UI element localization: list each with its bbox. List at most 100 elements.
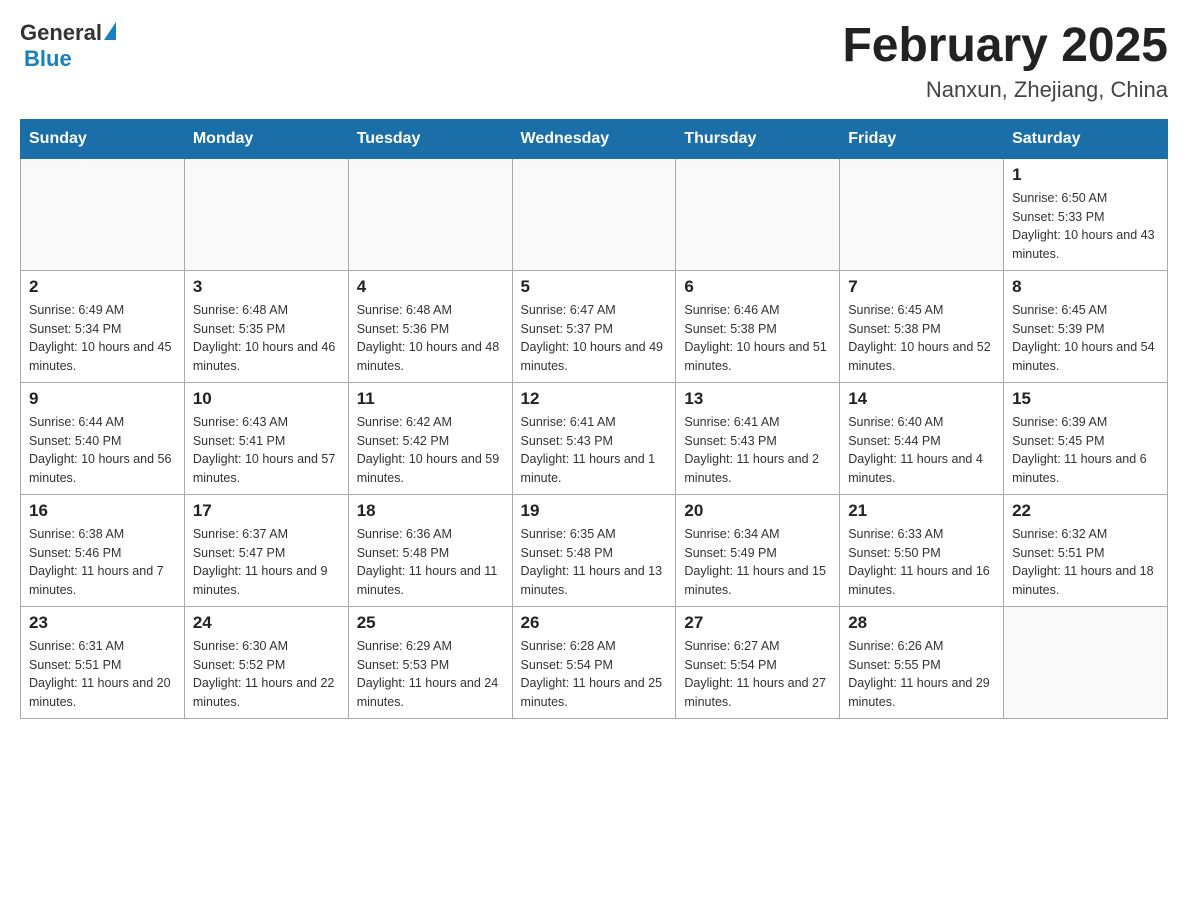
calendar-cell: 16 Sunrise: 6:38 AMSunset: 5:46 PMDayligh…	[21, 494, 185, 606]
day-info: Sunrise: 6:27 AMSunset: 5:54 PMDaylight:…	[684, 637, 831, 712]
calendar-cell: 20Sunrise: 6:34 AMSunset: 5:49 PMDayligh…	[676, 494, 840, 606]
day-info: Sunrise: 6:37 AMSunset: 5:47 PMDaylight:…	[193, 525, 340, 600]
calendar-cell: 21 Sunrise: 6:33 AMSunset: 5:50 PMDayligh…	[840, 494, 1004, 606]
calendar-cell: 7 Sunrise: 6:45 AMSunset: 5:38 PMDaylight…	[840, 270, 1004, 382]
calendar-cell	[184, 158, 348, 270]
calendar-cell	[21, 158, 185, 270]
day-info: Sunrise: 6:40 AMSunset: 5:44 PMDaylight:…	[848, 413, 995, 488]
calendar-cell	[348, 158, 512, 270]
day-info: Sunrise: 6:49 AMSunset: 5:34 PMDaylight:…	[29, 301, 176, 376]
calendar-cell: 14 Sunrise: 6:40 AMSunset: 5:44 PMDayligh…	[840, 382, 1004, 494]
day-number: 23	[29, 613, 176, 633]
day-header-saturday: Saturday	[1004, 119, 1168, 158]
calendar-cell: 3 Sunrise: 6:48 AMSunset: 5:35 PMDaylight…	[184, 270, 348, 382]
calendar-cell: 11 Sunrise: 6:42 AMSunset: 5:42 PMDayligh…	[348, 382, 512, 494]
location-title: Nanxun, Zhejiang, China	[842, 77, 1168, 103]
day-number: 2	[29, 277, 176, 297]
day-info: Sunrise: 6:36 AMSunset: 5:48 PMDaylight:…	[357, 525, 504, 600]
day-info: Sunrise: 6:45 AMSunset: 5:38 PMDaylight:…	[848, 301, 995, 376]
day-number: 3	[193, 277, 340, 297]
day-number: 26	[521, 613, 668, 633]
calendar-cell: 17 Sunrise: 6:37 AMSunset: 5:47 PMDayligh…	[184, 494, 348, 606]
calendar-cell: 2 Sunrise: 6:49 AMSunset: 5:34 PMDaylight…	[21, 270, 185, 382]
day-info: Sunrise: 6:43 AMSunset: 5:41 PMDaylight:…	[193, 413, 340, 488]
calendar-cell: 9 Sunrise: 6:44 AMSunset: 5:40 PMDaylight…	[21, 382, 185, 494]
day-info: Sunrise: 6:38 AMSunset: 5:46 PMDaylight:…	[29, 525, 176, 600]
day-number: 28	[848, 613, 995, 633]
calendar-table: SundayMondayTuesdayWednesdayThursdayFrid…	[20, 119, 1168, 719]
day-number: 9	[29, 389, 176, 409]
day-header-wednesday: Wednesday	[512, 119, 676, 158]
calendar-cell: 23Sunrise: 6:31 AMSunset: 5:51 PMDayligh…	[21, 606, 185, 718]
day-number: 14	[848, 389, 995, 409]
day-info: Sunrise: 6:29 AMSunset: 5:53 PMDaylight:…	[357, 637, 504, 712]
day-number: 16	[29, 501, 176, 521]
logo: General Blue	[20, 20, 116, 72]
day-info: Sunrise: 6:46 AMSunset: 5:38 PMDaylight:…	[684, 301, 831, 376]
calendar-cell: 24Sunrise: 6:30 AMSunset: 5:52 PMDayligh…	[184, 606, 348, 718]
day-info: Sunrise: 6:42 AMSunset: 5:42 PMDaylight:…	[357, 413, 504, 488]
calendar-cell: 22Sunrise: 6:32 AMSunset: 5:51 PMDayligh…	[1004, 494, 1168, 606]
day-info: Sunrise: 6:26 AMSunset: 5:55 PMDaylight:…	[848, 637, 995, 712]
calendar-cell: 5 Sunrise: 6:47 AMSunset: 5:37 PMDaylight…	[512, 270, 676, 382]
calendar-title-area: February 2025 Nanxun, Zhejiang, China	[842, 20, 1168, 103]
day-info: Sunrise: 6:39 AMSunset: 5:45 PMDaylight:…	[1012, 413, 1159, 488]
day-info: Sunrise: 6:45 AMSunset: 5:39 PMDaylight:…	[1012, 301, 1159, 376]
day-number: 17	[193, 501, 340, 521]
day-info: Sunrise: 6:48 AMSunset: 5:35 PMDaylight:…	[193, 301, 340, 376]
day-number: 13	[684, 389, 831, 409]
day-info: Sunrise: 6:28 AMSunset: 5:54 PMDaylight:…	[521, 637, 668, 712]
calendar-cell: 19 Sunrise: 6:35 AMSunset: 5:48 PMDayligh…	[512, 494, 676, 606]
day-number: 18	[357, 501, 504, 521]
day-number: 19	[521, 501, 668, 521]
day-number: 5	[521, 277, 668, 297]
day-header-sunday: Sunday	[21, 119, 185, 158]
calendar-header: SundayMondayTuesdayWednesdayThursdayFrid…	[21, 119, 1168, 158]
calendar-cell	[1004, 606, 1168, 718]
day-header-row: SundayMondayTuesdayWednesdayThursdayFrid…	[21, 119, 1168, 158]
day-number: 11	[357, 389, 504, 409]
day-info: Sunrise: 6:50 AMSunset: 5:33 PMDaylight:…	[1012, 189, 1159, 264]
day-number: 6	[684, 277, 831, 297]
calendar-cell: 25 Sunrise: 6:29 AMSunset: 5:53 PMDayligh…	[348, 606, 512, 718]
calendar-cell: 8 Sunrise: 6:45 AMSunset: 5:39 PMDaylight…	[1004, 270, 1168, 382]
day-info: Sunrise: 6:44 AMSunset: 5:40 PMDaylight:…	[29, 413, 176, 488]
day-info: Sunrise: 6:47 AMSunset: 5:37 PMDaylight:…	[521, 301, 668, 376]
calendar-week-row: 1 Sunrise: 6:50 AMSunset: 5:33 PMDaylight…	[21, 158, 1168, 270]
calendar-cell: 18 Sunrise: 6:36 AMSunset: 5:48 PMDayligh…	[348, 494, 512, 606]
day-info: Sunrise: 6:35 AMSunset: 5:48 PMDaylight:…	[521, 525, 668, 600]
calendar-cell: 12Sunrise: 6:41 AMSunset: 5:43 PMDayligh…	[512, 382, 676, 494]
day-number: 20	[684, 501, 831, 521]
logo-blue-text: Blue	[20, 46, 116, 72]
day-number: 12	[521, 389, 668, 409]
calendar-cell	[840, 158, 1004, 270]
day-header-monday: Monday	[184, 119, 348, 158]
day-number: 27	[684, 613, 831, 633]
month-title: February 2025	[842, 20, 1168, 73]
calendar-cell: 27 Sunrise: 6:27 AMSunset: 5:54 PMDayligh…	[676, 606, 840, 718]
day-info: Sunrise: 6:48 AMSunset: 5:36 PMDaylight:…	[357, 301, 504, 376]
calendar-cell: 4 Sunrise: 6:48 AMSunset: 5:36 PMDaylight…	[348, 270, 512, 382]
day-info: Sunrise: 6:32 AMSunset: 5:51 PMDaylight:…	[1012, 525, 1159, 600]
calendar-cell	[676, 158, 840, 270]
calendar-body: 1 Sunrise: 6:50 AMSunset: 5:33 PMDaylight…	[21, 158, 1168, 718]
calendar-cell: 1 Sunrise: 6:50 AMSunset: 5:33 PMDaylight…	[1004, 158, 1168, 270]
day-number: 4	[357, 277, 504, 297]
day-info: Sunrise: 6:33 AMSunset: 5:50 PMDaylight:…	[848, 525, 995, 600]
day-number: 7	[848, 277, 995, 297]
day-header-friday: Friday	[840, 119, 1004, 158]
day-number: 21	[848, 501, 995, 521]
day-number: 25	[357, 613, 504, 633]
day-number: 8	[1012, 277, 1159, 297]
day-info: Sunrise: 6:30 AMSunset: 5:52 PMDaylight:…	[193, 637, 340, 712]
calendar-cell: 28 Sunrise: 6:26 AMSunset: 5:55 PMDayligh…	[840, 606, 1004, 718]
calendar-cell: 26 Sunrise: 6:28 AMSunset: 5:54 PMDayligh…	[512, 606, 676, 718]
calendar-cell: 15Sunrise: 6:39 AMSunset: 5:45 PMDayligh…	[1004, 382, 1168, 494]
day-info: Sunrise: 6:41 AMSunset: 5:43 PMDaylight:…	[684, 413, 831, 488]
calendar-week-row: 2 Sunrise: 6:49 AMSunset: 5:34 PMDaylight…	[21, 270, 1168, 382]
calendar-week-row: 23Sunrise: 6:31 AMSunset: 5:51 PMDayligh…	[21, 606, 1168, 718]
page-header: General Blue February 2025 Nanxun, Zheji…	[20, 20, 1168, 103]
calendar-week-row: 9 Sunrise: 6:44 AMSunset: 5:40 PMDaylight…	[21, 382, 1168, 494]
day-number: 1	[1012, 165, 1159, 185]
calendar-week-row: 16 Sunrise: 6:38 AMSunset: 5:46 PMDayligh…	[21, 494, 1168, 606]
